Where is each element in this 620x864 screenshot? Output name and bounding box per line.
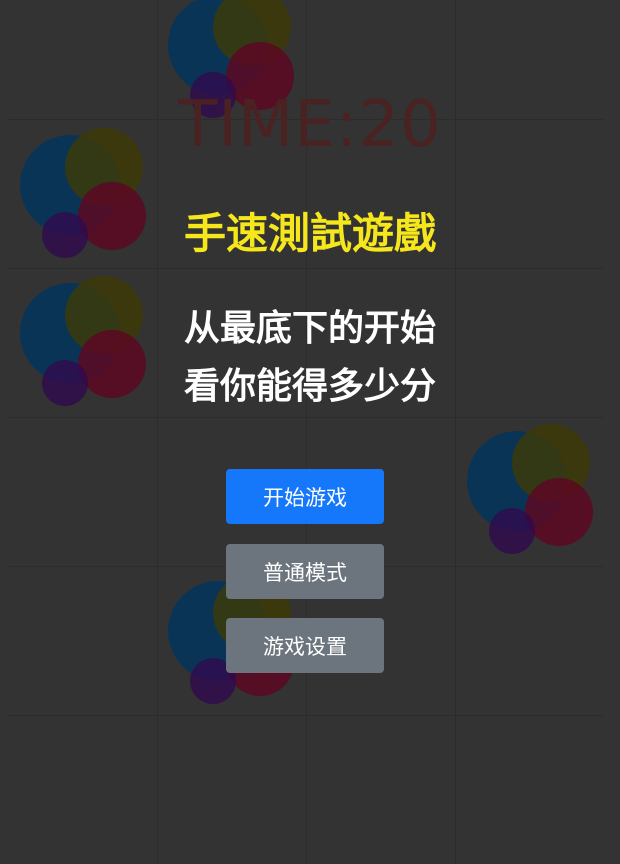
- game-tile[interactable]: [467, 424, 597, 554]
- timer-display: TIME:20: [178, 88, 442, 162]
- start-game-button[interactable]: 开始游戏: [226, 469, 384, 524]
- game-title: 手速測試遊戲: [183, 209, 436, 258]
- normal-mode-button[interactable]: 普通模式: [226, 544, 384, 599]
- instructions: 从最底下的开始 看你能得多少分: [0, 300, 620, 416]
- instruction-line: 从最底下的开始: [183, 308, 436, 349]
- game-settings-button[interactable]: 游戏设置: [226, 618, 384, 673]
- instruction-line: 看你能得多少分: [183, 366, 436, 407]
